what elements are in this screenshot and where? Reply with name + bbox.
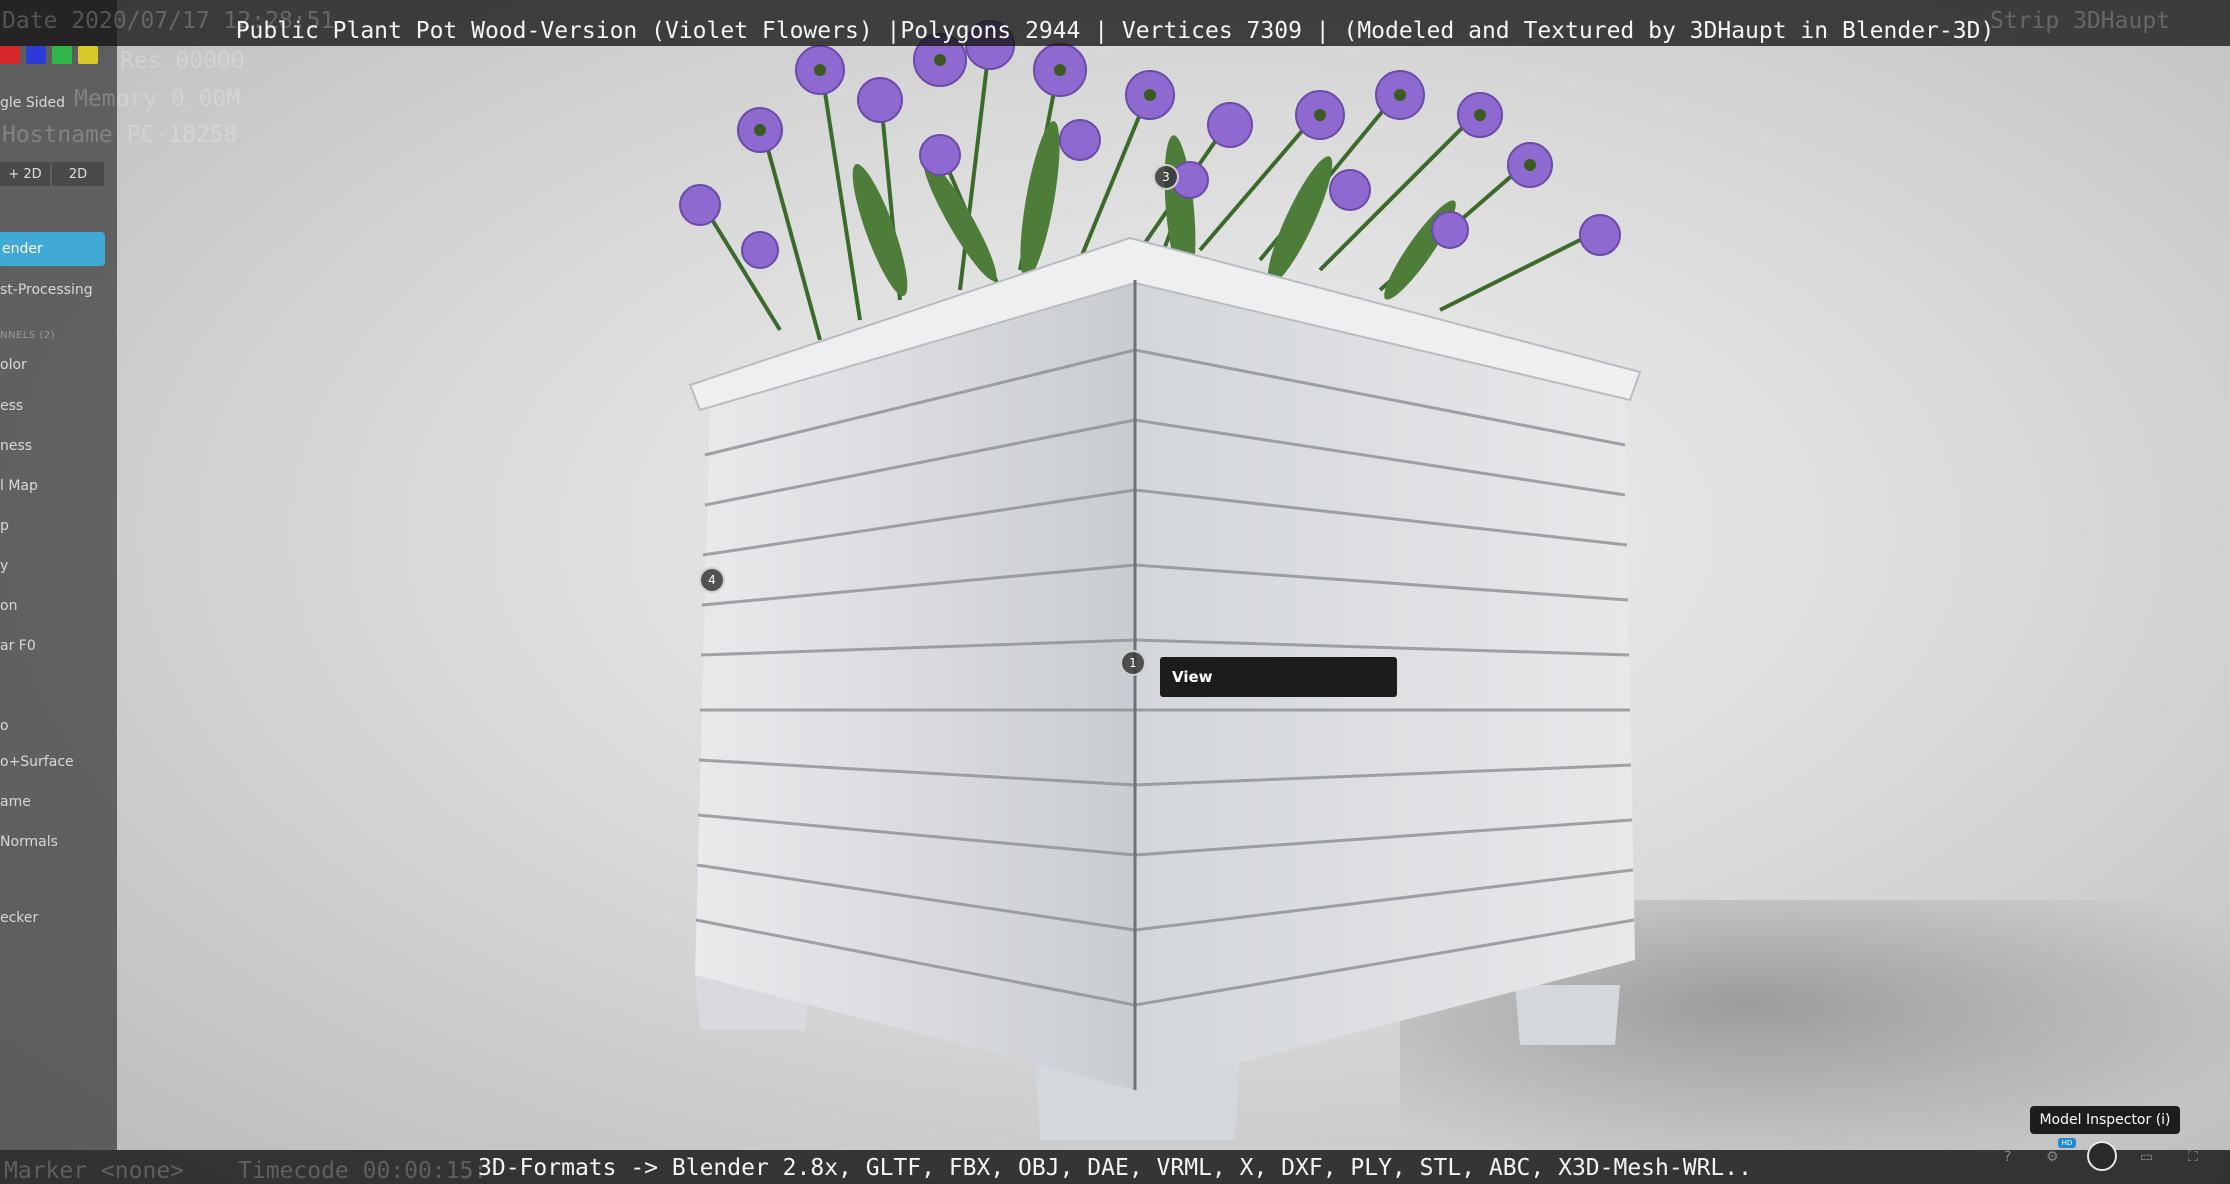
sidebar-item-post-processing[interactable]: st-Processing: [0, 282, 93, 298]
sidebar-item-color[interactable]: olor: [0, 357, 27, 373]
plant-pot-model: [679, 20, 1642, 1140]
overlay-hostname: Hostname PC-18258: [2, 122, 238, 148]
inspector-sidebar: gle Sided + 2D 2D ender st-Processing NN…: [0, 0, 117, 1150]
sidebar-item-topo-surface[interactable]: o+Surface: [0, 754, 74, 770]
help-icon[interactable]: ?: [2004, 1149, 2011, 1165]
vr-icon[interactable]: ▭: [2140, 1149, 2153, 1165]
hd-badge: HD: [2058, 1138, 2076, 1148]
sidebar-item-topo[interactable]: o: [0, 718, 9, 734]
sidebar-item-normals[interactable]: Normals: [0, 834, 58, 850]
swatch-green[interactable]: [52, 46, 72, 64]
model-inspector-tooltip: Model Inspector (i): [2030, 1106, 2180, 1134]
annotation-hotspot-3[interactable]: 3: [1153, 164, 1179, 190]
sidebar-item-specular-f0[interactable]: ar F0: [0, 638, 36, 654]
model-inspector-button[interactable]: [2087, 1141, 2117, 1171]
3d-viewport[interactable]: 1 3 4 View: [0, 0, 2230, 1184]
sidebar-item-opacity[interactable]: y: [0, 558, 8, 574]
annotation-hotspot-4[interactable]: 4: [699, 567, 725, 593]
sidebar-item-wireframe[interactable]: ame: [0, 794, 31, 810]
color-swatches: [0, 46, 98, 64]
formats-caption: 3D-Formats -> Blender 2.8x, GLTF, FBX, O…: [478, 1155, 1752, 1181]
overlay-res: Res 00000: [120, 48, 245, 74]
sidebar-item-emission[interactable]: on: [0, 598, 17, 614]
pot-left-face: [695, 280, 1135, 1090]
fullscreen-icon[interactable]: ⛶: [2188, 1149, 2198, 1165]
sidebar-item-ao-map[interactable]: p: [0, 518, 9, 534]
sidebar-item-roughness[interactable]: ess: [0, 398, 23, 414]
overlay-memory: Memory 0.00M: [74, 86, 241, 112]
swatch-yellow[interactable]: [78, 46, 98, 64]
swatch-blue[interactable]: [26, 46, 46, 64]
sidebar-item-checker[interactable]: ecker: [0, 910, 38, 926]
sidebar-item-normal-map[interactable]: l Map: [0, 478, 38, 494]
segment-2d-plus[interactable]: + 2D: [0, 162, 50, 186]
single-sided-toggle[interactable]: gle Sided: [0, 95, 65, 111]
channels-header: NNELS (2): [0, 330, 56, 341]
pot-foot: [1515, 985, 1620, 1045]
model-title: Public Plant Pot Wood-Version (Violet Fl…: [235, 18, 1995, 44]
swatch-red[interactable]: [0, 46, 20, 64]
annotation-popup: View: [1160, 657, 1397, 697]
violet-flowers: [679, 20, 1621, 269]
annotation-hotspot-1[interactable]: 1: [1120, 650, 1146, 676]
sidebar-item-render[interactable]: ender: [0, 232, 105, 266]
segment-2d[interactable]: 2D: [52, 162, 104, 186]
sidebar-item-metalness[interactable]: ness: [0, 438, 32, 454]
gear-icon[interactable]: ⚙: [2046, 1149, 2059, 1165]
